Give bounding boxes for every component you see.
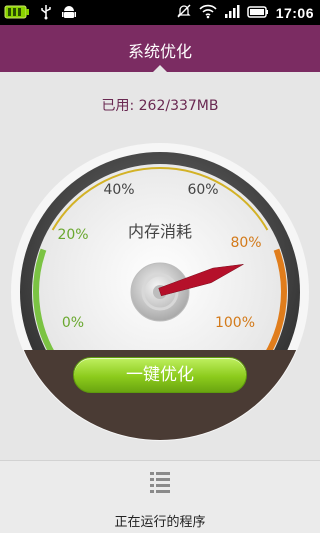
tick-label-60: 60% xyxy=(187,182,219,198)
tick-label-20: 20% xyxy=(57,227,89,243)
list-icon xyxy=(150,471,170,497)
status-time: 17:06 xyxy=(275,5,314,21)
status-bar: 17:06 xyxy=(0,0,320,25)
battery-charging-icon xyxy=(4,4,30,24)
signal-icon xyxy=(224,3,240,23)
title-bar: 系统优化 xyxy=(0,25,320,72)
muted-icon xyxy=(176,3,192,23)
tick-label-80: 80% xyxy=(230,235,262,251)
battery-icon xyxy=(246,4,269,23)
android-icon xyxy=(62,4,76,24)
gauge-dial xyxy=(11,143,309,441)
title-notch xyxy=(153,65,167,72)
running-programs-tab[interactable]: 正在运行的程序 xyxy=(0,460,320,533)
usb-icon xyxy=(40,4,52,24)
tick-label-40: 40% xyxy=(103,182,135,198)
memory-gauge: 内存消耗 20% 40% 60% 80% 0% 100% xyxy=(10,142,310,442)
running-programs-label: 正在运行的程序 xyxy=(114,515,206,530)
tick-label-0: 0% xyxy=(61,315,85,331)
page-title: 系统优化 xyxy=(127,42,192,61)
wifi-icon xyxy=(199,3,217,23)
tick-label-100: 100% xyxy=(214,315,256,331)
memory-usage-text: 已用: 262/337MB xyxy=(101,98,219,114)
one-click-optimize-button[interactable]: 一键优化 xyxy=(73,357,247,393)
